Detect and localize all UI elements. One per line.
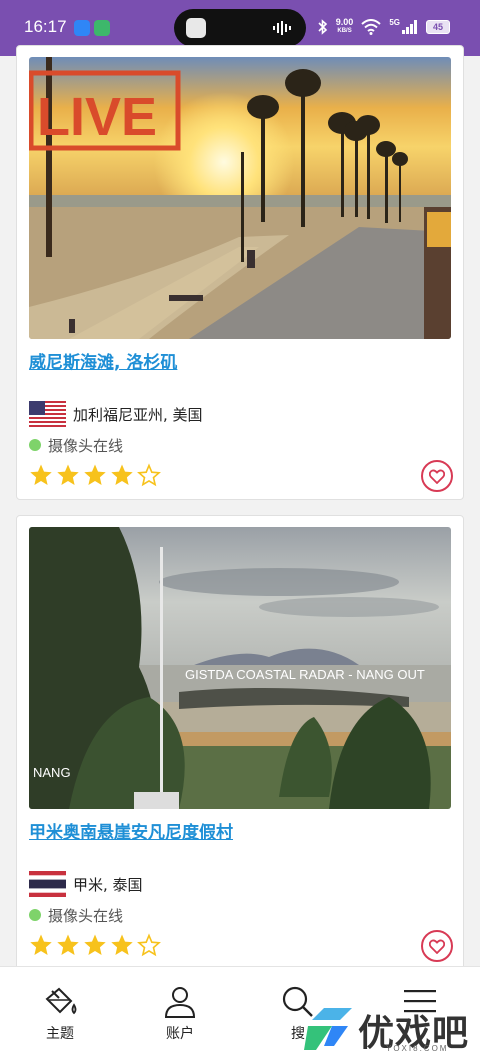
- webcam-title-link[interactable]: 甲米奥南悬崖安凡尼度假村: [29, 818, 233, 843]
- thai-flag-icon: [29, 871, 66, 897]
- webcam-thumbnail[interactable]: GISTDA COASTAL RADAR - NANG OUT NANG: [29, 527, 451, 809]
- coastal-radar-image: GISTDA COASTAL RADAR - NANG OUT NANG: [29, 527, 451, 809]
- battery-icon: 45: [426, 20, 450, 34]
- star-rating: [29, 463, 161, 487]
- star-filled-icon: [57, 934, 79, 955]
- radar-overlay-text: GISTDA COASTAL RADAR - NANG OUT: [185, 667, 425, 682]
- watermark-logo-icon: [304, 1008, 352, 1050]
- status-time: 16:17: [24, 17, 67, 36]
- heart-icon: [429, 468, 445, 484]
- star-filled-icon: [84, 934, 106, 955]
- audio-wave-icon: [273, 21, 291, 35]
- star-empty-icon: [137, 933, 161, 957]
- status-icons: 9.00 KB/S 5G 45: [318, 18, 450, 36]
- location-text: 甲米, 泰国: [73, 876, 143, 894]
- watermark-subtext: YOXI8.COM: [386, 1044, 449, 1053]
- bluetooth-icon: [318, 19, 327, 35]
- app-notification-icon: [74, 20, 90, 36]
- nav-item-account[interactable]: 账户: [140, 985, 220, 1043]
- online-status-dot: [29, 439, 41, 451]
- online-status-text: 摄像头在线: [48, 907, 124, 925]
- wifi-icon: [361, 19, 381, 35]
- star-filled-icon: [84, 464, 106, 485]
- star-filled-icon: [57, 464, 79, 485]
- nav-label: 主题: [46, 1026, 74, 1042]
- watermark-logo: 优戏吧 YOXI8.COM: [300, 1000, 480, 1056]
- heart-icon: [429, 938, 445, 954]
- star-filled-icon: [111, 934, 133, 955]
- favorite-heart-button[interactable]: [421, 460, 453, 492]
- cell-signal-icon: [402, 20, 417, 34]
- user-icon: [164, 987, 196, 1018]
- camera-corner-label: NANG: [33, 765, 71, 780]
- nav-label: 账户: [166, 1026, 194, 1042]
- location-text: 加利福尼亚州, 美国: [73, 406, 203, 424]
- online-status-dot: [29, 909, 41, 921]
- favorite-heart-button[interactable]: [421, 930, 453, 962]
- signal-label: 5G: [389, 17, 400, 27]
- star-filled-icon: [30, 934, 52, 955]
- star-filled-icon: [30, 464, 52, 485]
- webcam-card[interactable]: LIVE 威尼斯海滩, 洛杉矶 加利福尼亚州, 美国 摄像头在线: [16, 45, 464, 500]
- online-status-text: 摄像头在线: [48, 437, 124, 455]
- webcam-thumbnail[interactable]: LIVE: [29, 57, 451, 339]
- us-flag-icon: [29, 401, 66, 427]
- app-icon: [186, 18, 206, 38]
- nav-item-theme[interactable]: 主题: [20, 985, 100, 1043]
- webcam-card[interactable]: GISTDA COASTAL RADAR - NANG OUT NANG 甲米奥…: [16, 515, 464, 977]
- star-empty-icon: [137, 463, 161, 487]
- net-speed: 9.00 KB/S: [335, 17, 354, 35]
- star-rating: [29, 933, 161, 957]
- live-overlay: LIVE: [37, 87, 157, 147]
- app-notification-icon: [94, 20, 110, 36]
- dynamic-island: [174, 9, 306, 47]
- beach-sunset-image: LIVE: [29, 57, 451, 339]
- paint-bucket-icon: [45, 987, 77, 1015]
- webcam-title-link[interactable]: 威尼斯海滩, 洛杉矶: [29, 348, 177, 373]
- star-filled-icon: [111, 464, 133, 485]
